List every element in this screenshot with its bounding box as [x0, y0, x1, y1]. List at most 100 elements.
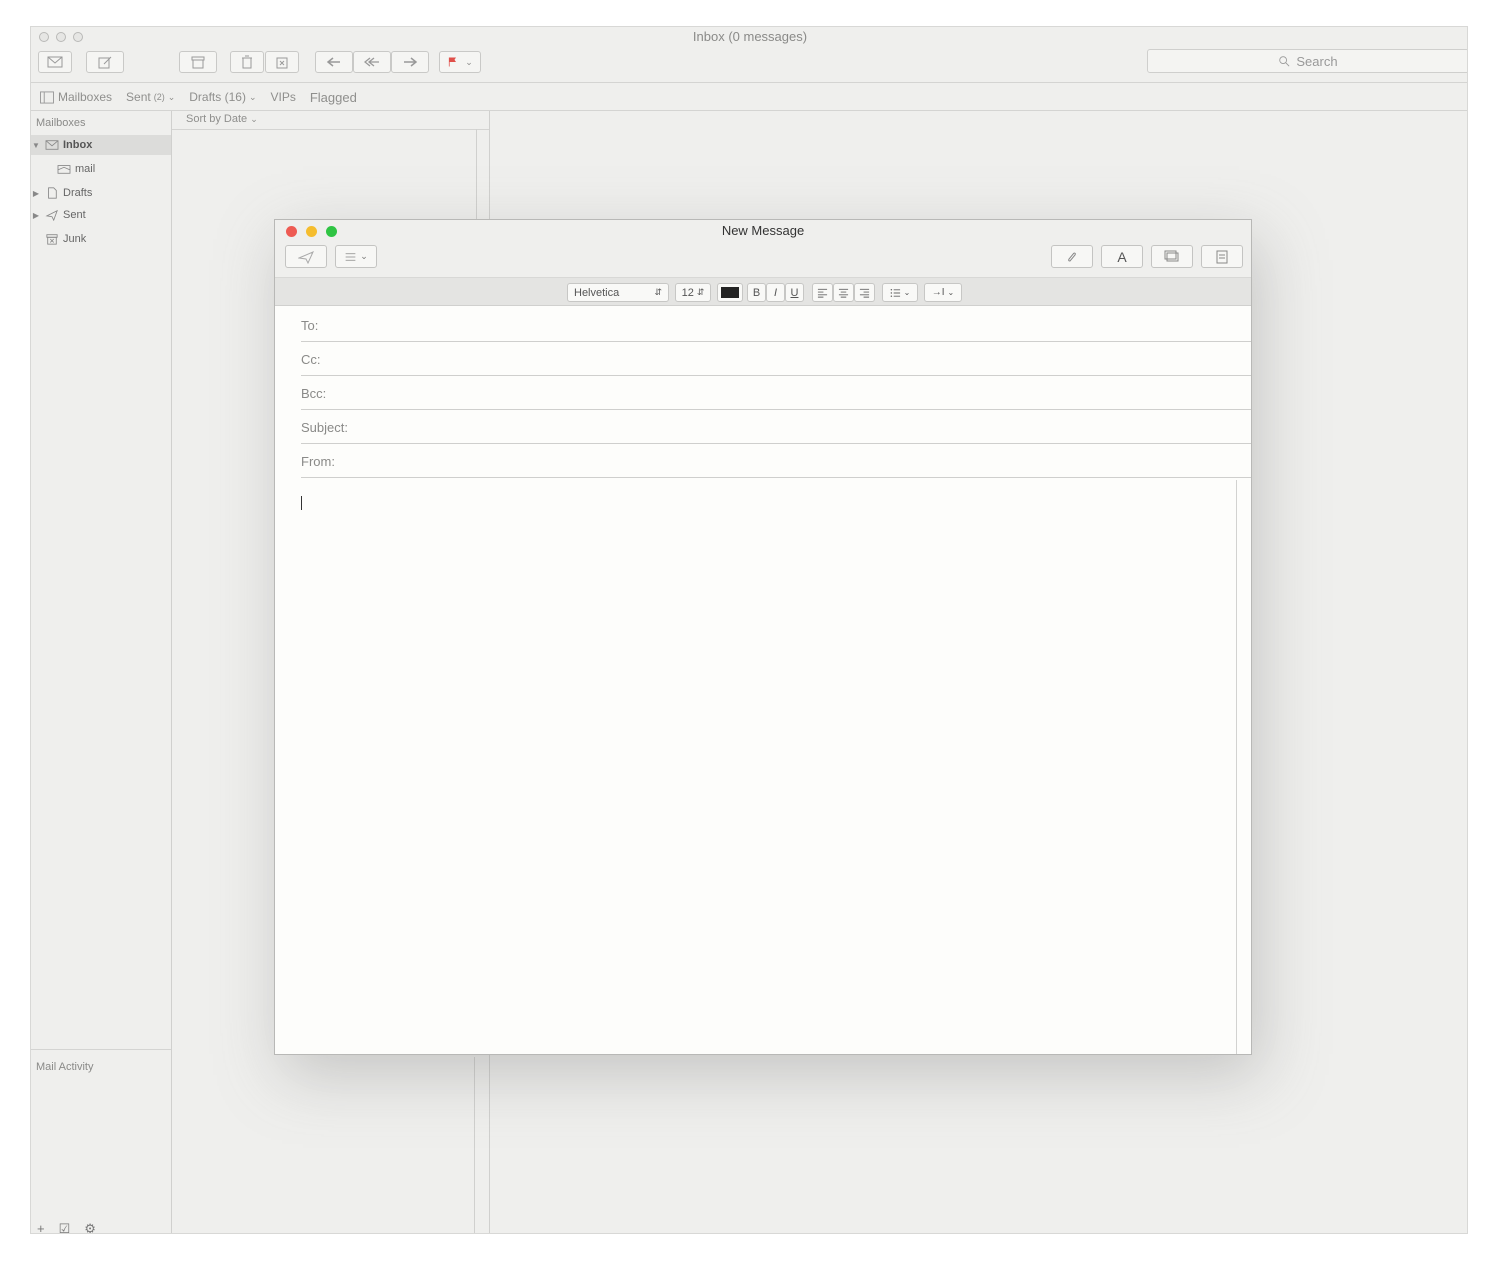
align-right-button[interactable]: [854, 283, 875, 302]
sidebar-item-label: Drafts: [63, 187, 93, 199]
cc-label: Cc:: [301, 352, 321, 367]
activity-divider: [31, 1049, 171, 1050]
bullet-list-icon: [890, 288, 900, 297]
align-left-button[interactable]: [812, 283, 833, 302]
photo-browser-button[interactable]: [1151, 245, 1193, 268]
forward-icon: [404, 57, 418, 67]
junk-button[interactable]: [265, 51, 299, 73]
favorites-mailboxes[interactable]: Mailboxes: [39, 90, 112, 104]
format-bar: Helvetica ⇵ 12 ⇵ B I U ⌄ →I ⌄: [275, 278, 1251, 306]
to-input[interactable]: [371, 314, 1231, 336]
sidebar-footer: + ☑ ⚙: [37, 1221, 96, 1233]
sidebar-item-drafts[interactable]: ▶ Drafts: [31, 183, 171, 203]
sidebar-divider: [171, 111, 172, 1233]
document-icon: [48, 187, 57, 199]
add-mailbox-icon[interactable]: +: [37, 1221, 45, 1233]
size-select-value: 12: [681, 286, 694, 299]
message-list-right-edge: [476, 129, 477, 229]
chevron-down-icon: ⌄: [248, 91, 257, 102]
text-cursor: [301, 496, 302, 510]
show-hide-icon[interactable]: ☑: [59, 1221, 71, 1233]
bcc-label: Bcc:: [301, 386, 327, 401]
bold-button[interactable]: B: [747, 283, 766, 302]
junk-icon: [276, 57, 288, 69]
inbox-icon: [45, 140, 59, 150]
send-button[interactable]: [285, 245, 327, 268]
sidebar-item-label: Inbox: [63, 139, 93, 151]
chevron-down-icon: ⌄: [903, 288, 911, 297]
paperclip-icon: [1068, 252, 1076, 262]
favorites-mailboxes-label: Mailboxes: [58, 90, 113, 104]
font-select-value: Helvetica: [574, 286, 620, 299]
archive-button[interactable]: [179, 51, 217, 73]
photo-browser-icon: [1164, 250, 1179, 261]
chevron-down-icon: ⌄: [465, 56, 473, 67]
envelope-icon: [57, 165, 71, 174]
sidebar-item-sent[interactable]: ▶ Sent: [31, 205, 171, 225]
reply-all-icon: [364, 57, 379, 67]
search-icon: [1279, 56, 1290, 67]
size-select[interactable]: 12 ⇵: [675, 283, 711, 302]
message-body[interactable]: [275, 480, 1237, 1054]
sidebar-item-junk[interactable]: Junk: [31, 229, 171, 249]
sidebar-item-label: Sent: [63, 209, 86, 221]
underline-button[interactable]: U: [785, 283, 804, 302]
mail-activity-label: Mail Activity: [36, 1061, 94, 1073]
favorites-drafts-label: Drafts (16): [189, 90, 246, 104]
color-swatch: [721, 287, 739, 298]
disclosure-triangle-icon[interactable]: ▶: [31, 189, 41, 198]
new-message-window: New Message ⌄ A Helvetica ⇵ 12 ⇵ B I U ⌄…: [274, 219, 1252, 1055]
reply-icon: [326, 57, 340, 67]
disclosure-triangle-icon[interactable]: ▶: [31, 211, 41, 220]
get-mail-button[interactable]: [38, 51, 72, 73]
from-label: From:: [301, 454, 335, 469]
from-field: From:: [301, 444, 1251, 478]
font-select[interactable]: Helvetica ⇵: [567, 283, 669, 302]
sidebar-item-inbox[interactable]: ▼ Inbox: [31, 135, 171, 155]
cc-input[interactable]: [371, 348, 1231, 370]
favorites-sent[interactable]: Sent (2) ⌄: [126, 90, 175, 104]
flag-button[interactable]: ⌄: [439, 51, 481, 73]
chevron-down-icon: ⌄: [947, 288, 955, 297]
indent-button[interactable]: →I ⌄: [924, 283, 962, 302]
favorites-vips[interactable]: VIPs: [271, 90, 296, 104]
header-fields-button[interactable]: ⌄: [335, 245, 377, 268]
align-center-button[interactable]: [833, 283, 854, 302]
gear-icon[interactable]: ⚙: [84, 1221, 96, 1233]
compose-button[interactable]: [86, 51, 124, 73]
color-picker[interactable]: [717, 283, 743, 302]
forward-button[interactable]: [391, 51, 429, 73]
stationery-button[interactable]: [1201, 245, 1243, 268]
compose-title: New Message: [721, 223, 805, 238]
favorites-flagged[interactable]: Flagged: [310, 90, 357, 105]
bcc-field: Bcc:: [301, 376, 1251, 410]
trash-icon: [242, 55, 252, 69]
bcc-input[interactable]: [371, 382, 1231, 404]
stepper-icon: ⇵: [654, 287, 662, 297]
cc-field: Cc:: [301, 342, 1251, 376]
sort-label: Sort by Date: [186, 113, 248, 125]
sort-by-date[interactable]: Sort by Date ⌄: [186, 113, 258, 125]
favorites-sent-label: Sent: [126, 90, 151, 104]
chevron-down-icon: ⌄: [360, 251, 368, 261]
disclosure-triangle-icon[interactable]: ▼: [31, 141, 41, 150]
sidebar-item-mail[interactable]: mail: [31, 159, 171, 179]
list-style-button[interactable]: ⌄: [882, 283, 918, 302]
subject-label: Subject:: [301, 420, 348, 435]
search-field[interactable]: Search: [1147, 49, 1467, 73]
subject-input[interactable]: [371, 416, 1231, 438]
chevron-down-icon: ⌄: [250, 114, 258, 124]
italic-button[interactable]: I: [766, 283, 785, 302]
reply-button[interactable]: [315, 51, 353, 73]
indent-label: →I: [931, 287, 945, 298]
reply-all-button[interactable]: [353, 51, 391, 73]
toolbar-divider: [31, 82, 1467, 83]
align-center-icon: [838, 288, 849, 298]
from-input[interactable]: [371, 450, 1231, 472]
delete-button[interactable]: [230, 51, 264, 73]
favorites-drafts[interactable]: Drafts (16) ⌄: [189, 90, 256, 104]
paper-plane-icon: [45, 209, 58, 221]
format-panel-button[interactable]: A: [1101, 245, 1143, 268]
attach-button[interactable]: [1051, 245, 1093, 268]
mailbox-sidebar: Mailboxes ▼ Inbox mail ▶ Drafts ▶ Sent J…: [31, 111, 171, 1233]
